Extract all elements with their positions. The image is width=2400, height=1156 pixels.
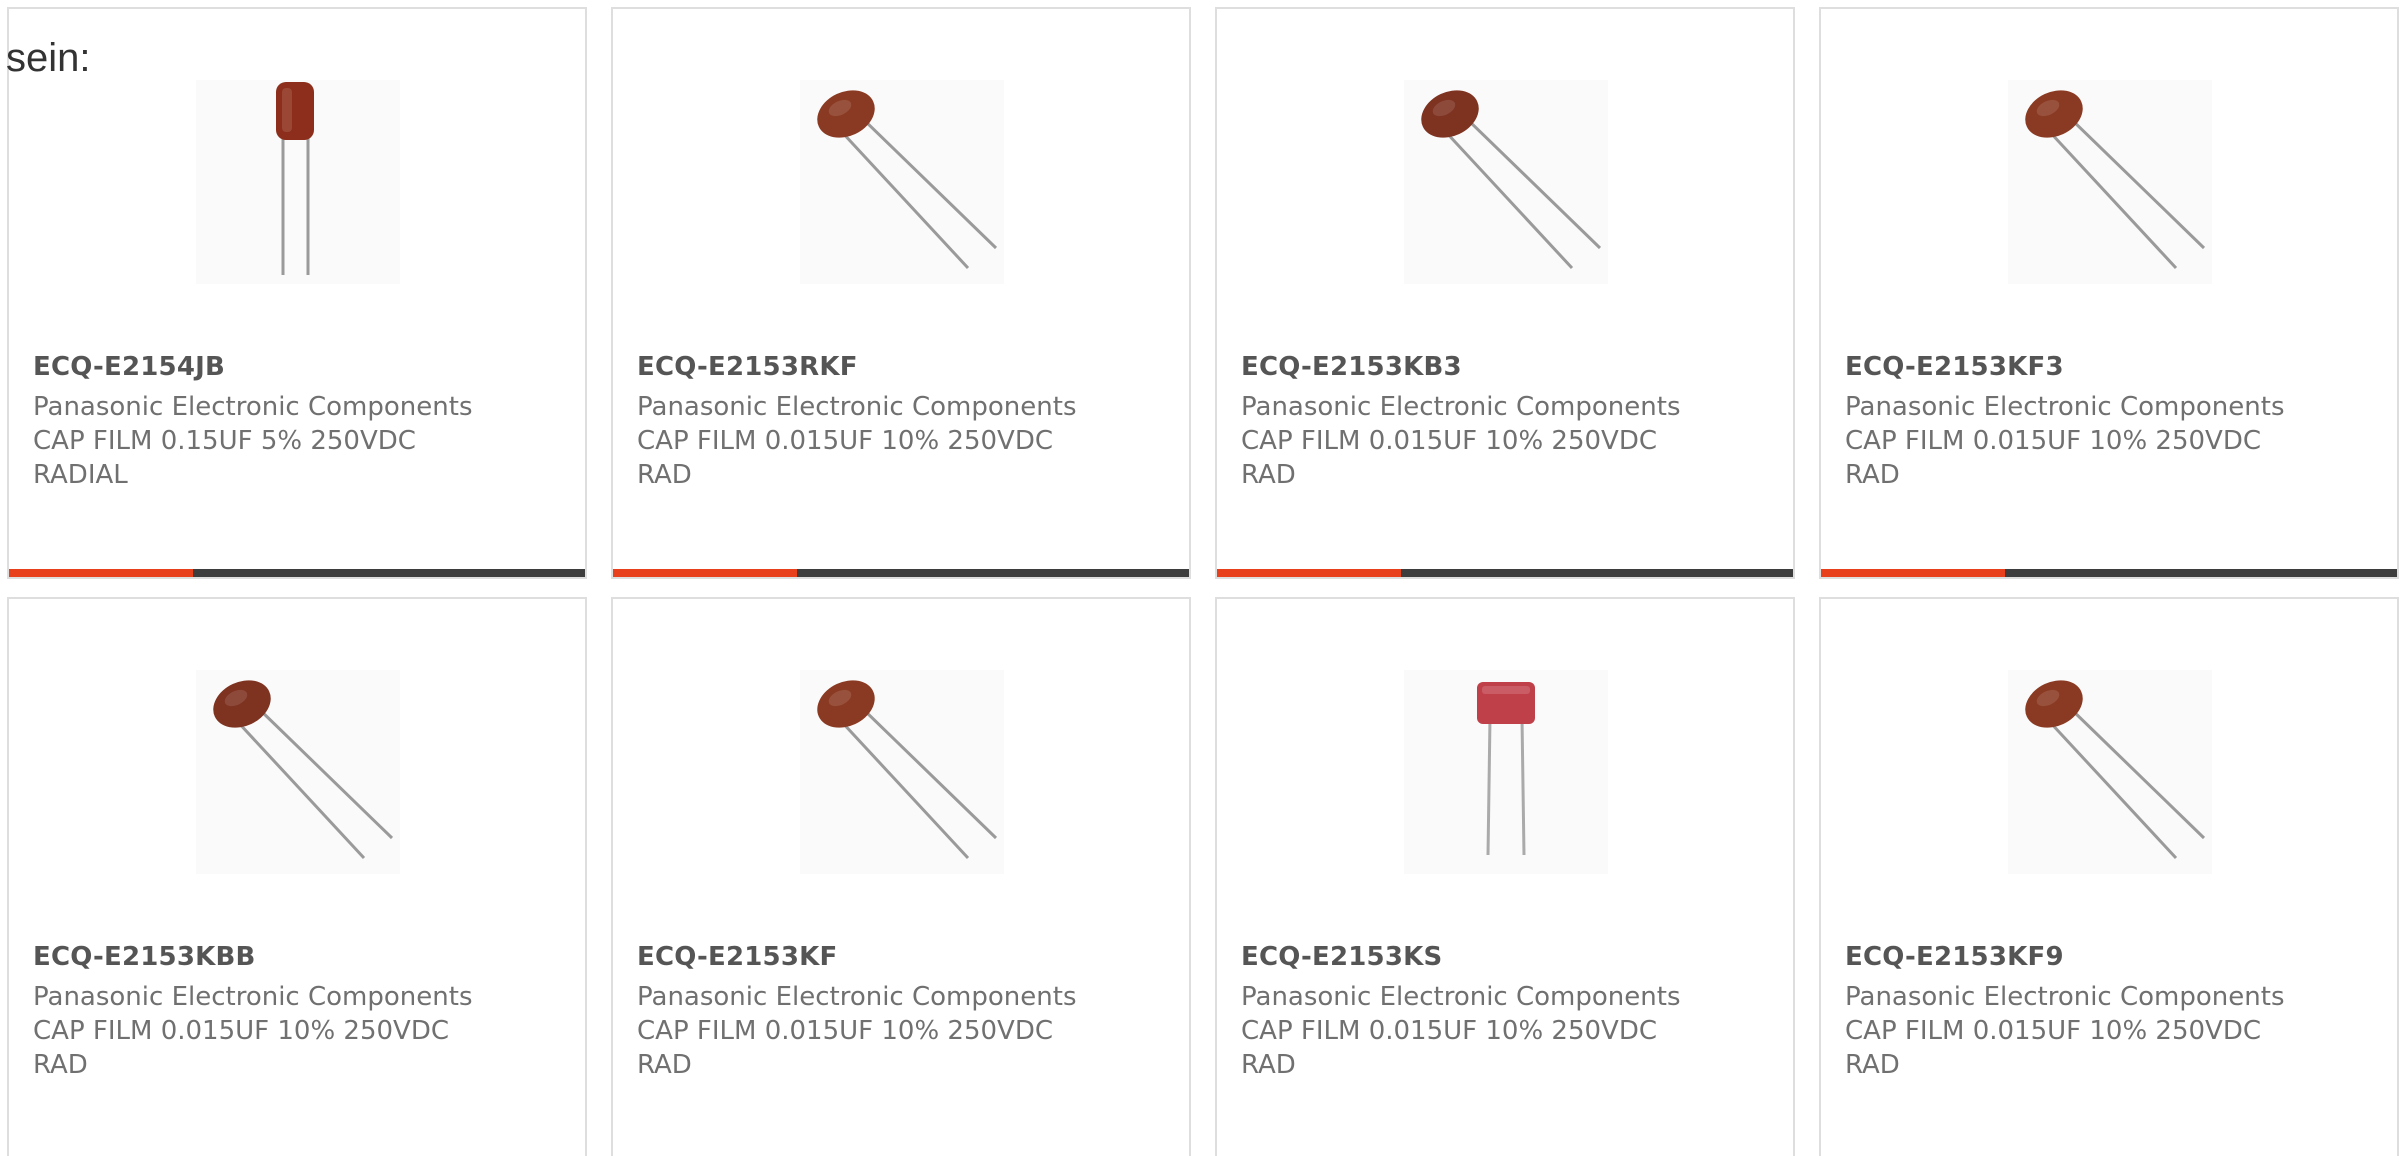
progress-fill: [9, 569, 194, 577]
manufacturer-name: Panasonic Electronic Components: [1845, 982, 2285, 1012]
manufacturer-name: Panasonic Electronic Components: [33, 392, 473, 422]
part-number-link[interactable]: ECQ-E2153KB3: [1241, 352, 1462, 382]
part-number-link[interactable]: ECQ-E2153KF9: [1845, 942, 2064, 972]
product-image[interactable]: [1404, 80, 1608, 284]
product-description: CAP FILM 0.15UF 5% 250VDC RADIAL: [33, 426, 416, 490]
manufacturer-name: Panasonic Electronic Components: [637, 392, 1077, 422]
manufacturer-name: Panasonic Electronic Components: [33, 982, 473, 1012]
product-description: CAP FILM 0.015UF 10% 250VDC RAD: [1845, 426, 2262, 490]
product-card[interactable]: ECQ-E2153KB3 Panasonic Electronic Compon…: [1215, 7, 1795, 579]
product-image[interactable]: [196, 670, 400, 874]
part-number-link[interactable]: ECQ-E2153KS: [1241, 942, 1442, 972]
product-card[interactable]: ECQ-E2153KBB Panasonic Electronic Compon…: [7, 597, 587, 1156]
progress-bar: [9, 569, 585, 577]
capacitor-tilted-icon: [817, 90, 998, 270]
product-description: CAP FILM 0.015UF 10% 250VDC RAD: [1845, 1016, 2262, 1080]
product-description: CAP FILM 0.015UF 10% 250VDC RAD: [637, 1016, 1054, 1080]
progress-bar: [1821, 569, 2397, 577]
product-description: CAP FILM 0.015UF 10% 250VDC RAD: [637, 426, 1054, 490]
product-image[interactable]: [800, 670, 1004, 874]
progress-bar: [613, 569, 1189, 577]
capacitor-tilted-icon: [817, 680, 998, 860]
product-card[interactable]: ECQ-E2153KF3 Panasonic Electronic Compon…: [1819, 7, 2399, 579]
product-description: CAP FILM 0.015UF 10% 250VDC RAD: [1241, 1016, 1658, 1080]
product-card[interactable]: ECQ-E2153RKF Panasonic Electronic Compon…: [611, 7, 1191, 579]
product-description: CAP FILM 0.015UF 10% 250VDC RAD: [1241, 426, 1658, 490]
product-image[interactable]: [800, 80, 1004, 284]
progress-fill: [613, 569, 798, 577]
manufacturer-name: Panasonic Electronic Components: [1845, 392, 2285, 422]
manufacturer-name: Panasonic Electronic Components: [637, 982, 1077, 1012]
part-number-link[interactable]: ECQ-E2154JB: [33, 352, 225, 382]
manufacturer-name: Panasonic Electronic Components: [1241, 982, 1681, 1012]
product-card[interactable]: ECQ-E2153KF9 Panasonic Electronic Compon…: [1819, 597, 2399, 1156]
capacitor-tilted-icon: [2025, 680, 2206, 860]
part-number-link[interactable]: ECQ-E2153KF: [637, 942, 837, 972]
capacitor-tilted-icon: [2025, 90, 2206, 270]
product-description: CAP FILM 0.015UF 10% 250VDC RAD: [33, 1016, 450, 1080]
product-card[interactable]: ECQ-E2154JB Panasonic Electronic Compone…: [7, 7, 587, 579]
progress-bar: [1217, 569, 1793, 577]
part-number-link[interactable]: ECQ-E2153KF3: [1845, 352, 2064, 382]
product-image[interactable]: [2008, 80, 2212, 284]
product-card[interactable]: ECQ-E2153KF Panasonic Electronic Compone…: [611, 597, 1191, 1156]
progress-fill: [1821, 569, 2006, 577]
progress-fill: [1217, 569, 1402, 577]
part-number-link[interactable]: ECQ-E2153KBB: [33, 942, 256, 972]
capacitor-red-box-icon: [1477, 682, 1535, 856]
product-image[interactable]: [2008, 670, 2212, 874]
capacitor-tilted-icon: [213, 680, 394, 860]
product-image[interactable]: [1404, 670, 1608, 874]
product-image[interactable]: [196, 80, 400, 284]
capacitor-tilted-icon: [1421, 90, 1602, 270]
capacitor-upright-icon: [276, 82, 314, 275]
product-grid: ECQ-E2154JB Panasonic Electronic Compone…: [7, 7, 2400, 1156]
product-card[interactable]: ECQ-E2153KS Panasonic Electronic Compone…: [1215, 597, 1795, 1156]
intro-text: sein:: [6, 36, 91, 80]
part-number-link[interactable]: ECQ-E2153RKF: [637, 352, 858, 382]
manufacturer-name: Panasonic Electronic Components: [1241, 392, 1681, 422]
